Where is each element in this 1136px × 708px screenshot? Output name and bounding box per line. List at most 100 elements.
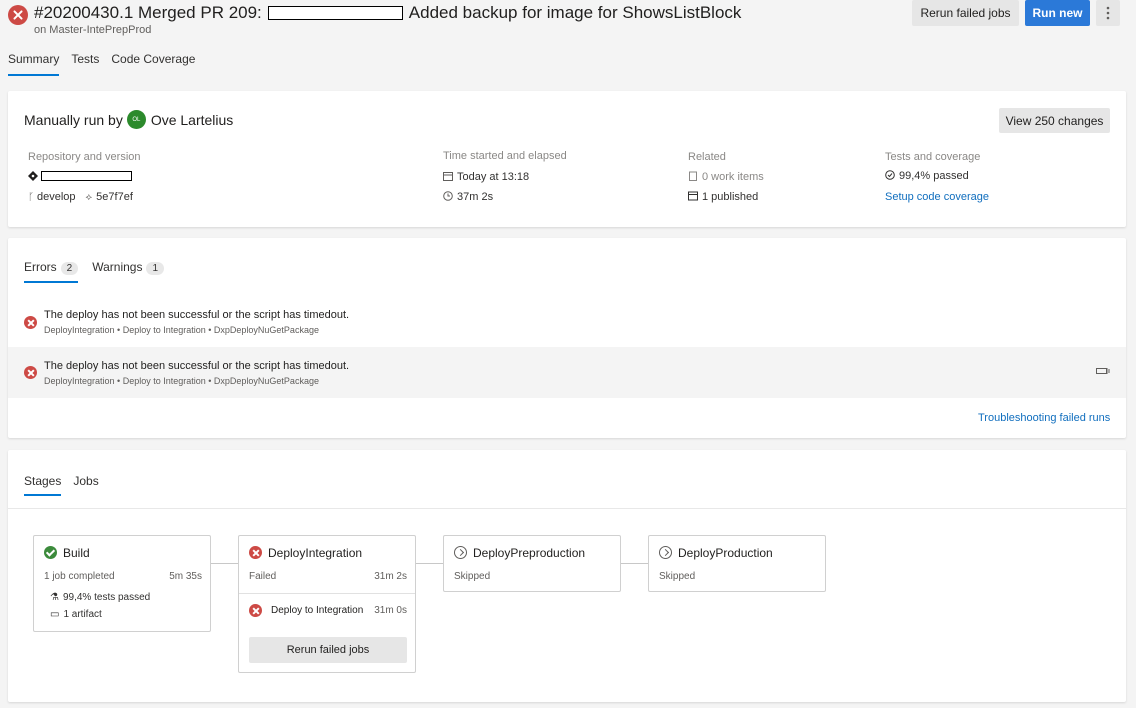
divider	[8, 508, 1126, 509]
redacted-block	[267, 6, 403, 20]
view-changes-button[interactable]: View 250 changes	[999, 108, 1110, 133]
branch-name[interactable]: develop	[37, 191, 76, 203]
stage-deploy-preproduction[interactable]: DeployPreproduction Skipped	[443, 535, 621, 592]
repo-version: ᚴ develop ⟡ 5e7f7ef	[28, 191, 133, 203]
calendar-icon	[443, 172, 453, 181]
error-icon	[24, 366, 37, 379]
stage-status: Skipped	[454, 571, 491, 582]
started-value: Today at 13:18	[457, 171, 530, 183]
success-icon	[44, 546, 57, 559]
skipped-icon	[659, 546, 672, 559]
tab-tests[interactable]: Tests	[71, 52, 99, 76]
page-header: #20200430.1 Merged PR 209: Added backup …	[0, 0, 1136, 86]
tab-summary[interactable]: Summary	[8, 52, 60, 76]
user-name[interactable]: Ove Lartelius	[151, 112, 233, 128]
summary-card: Manually run by OL Ove Lartelius View 25…	[8, 91, 1126, 227]
related-label: Related	[688, 151, 726, 163]
artifact-icon: ▭	[50, 609, 60, 620]
stage-name: Build	[63, 546, 90, 560]
job-name: Deploy to Integration	[271, 605, 364, 616]
tab-stages[interactable]: Stages	[24, 474, 62, 496]
tab-code-coverage[interactable]: Code Coverage	[111, 52, 195, 76]
tab-jobs[interactable]: Jobs	[73, 474, 98, 496]
pipeline-subtitle: on Master-IntePrepProd	[34, 24, 152, 36]
run-by-label: Manually run by	[24, 111, 123, 128]
branch-icon: ᚴ	[28, 191, 34, 203]
rerun-failed-jobs-button[interactable]: Rerun failed jobs	[249, 637, 407, 663]
more-vertical-icon[interactable]	[1096, 0, 1120, 26]
published-value: 1 published	[702, 191, 759, 203]
stage-tests[interactable]: ⚗ 99,4% tests passed	[50, 592, 150, 603]
error-row[interactable]: The deploy has not been successful or th…	[8, 347, 1126, 398]
clock-icon	[443, 191, 453, 201]
stage-name: DeployPreproduction	[473, 546, 586, 560]
error-path: DeployIntegration • Deploy to Integratio…	[44, 325, 319, 335]
elapsed-value: 37m 2s	[457, 191, 494, 203]
error-icon	[249, 546, 262, 559]
stages-tabs: Stages Jobs	[24, 474, 99, 496]
error-icon	[249, 604, 262, 617]
title-prefix: #20200430.1 Merged PR 209:	[34, 3, 262, 22]
tests-passed-value: 99,4% passed	[899, 170, 969, 182]
avatar: OL	[126, 110, 146, 129]
error-message: The deploy has not been successful or th…	[44, 360, 350, 372]
tab-warnings[interactable]: Warnings 1	[92, 260, 165, 283]
redacted-repo	[41, 171, 132, 181]
published-artifacts[interactable]: 1 published	[688, 191, 758, 203]
git-repo-icon	[28, 171, 38, 181]
error-icon	[24, 316, 37, 329]
time-elapsed: 37m 2s	[443, 191, 493, 203]
tab-errors[interactable]: Errors 2	[24, 260, 79, 283]
job-row[interactable]: Deploy to Integration 31m 0s	[239, 594, 415, 624]
errors-label: Errors	[24, 260, 57, 274]
stage-duration: 5m 35s	[169, 571, 202, 582]
stage-deploy-integration[interactable]: DeployIntegration Failed 31m 2s Deploy t…	[238, 535, 416, 673]
stage-build[interactable]: Build 1 job completed 5m 35s ⚗ 99,4% test…	[33, 535, 211, 632]
run-by: Manually run by OL Ove Lartelius	[24, 110, 233, 129]
page-tabs: Summary Tests Code Coverage	[8, 52, 195, 76]
run-new-button[interactable]: Run new	[1025, 0, 1090, 26]
title-suffix: Added backup for image for ShowsListBloc…	[408, 3, 742, 22]
failed-status-icon	[8, 5, 28, 25]
error-message: The deploy has not been successful or th…	[44, 309, 350, 321]
repo-label: Repository and version	[28, 151, 141, 163]
flask-icon: ⚗	[50, 592, 59, 603]
commit-id[interactable]: 5e7f7ef	[96, 191, 133, 203]
stage-connector	[211, 563, 238, 564]
stages-card: Stages Jobs Build 1 job completed 5m 35s…	[8, 450, 1126, 702]
stage-name: DeployIntegration	[268, 546, 363, 560]
check-circle-icon	[885, 170, 895, 180]
stage-name: DeployProduction	[678, 546, 773, 560]
rerun-failed-jobs-button[interactable]: Rerun failed jobs	[912, 0, 1019, 26]
stage-artifact[interactable]: ▭ 1 artifact	[50, 609, 102, 620]
error-path: DeployIntegration • Deploy to Integratio…	[44, 376, 319, 386]
repo-name[interactable]	[28, 171, 132, 181]
troubleshooting-link[interactable]: Troubleshooting failed runs	[978, 412, 1110, 424]
time-started: Today at 13:18	[443, 171, 529, 183]
warnings-count-badge: 1	[146, 262, 165, 275]
setup-code-coverage-link[interactable]: Setup code coverage	[885, 191, 989, 203]
stage-deploy-production[interactable]: DeployProduction Skipped	[648, 535, 826, 592]
skipped-icon	[454, 546, 467, 559]
work-items[interactable]: 0 work items	[688, 171, 764, 183]
stage-connector	[416, 563, 443, 564]
artifact-icon	[688, 191, 698, 201]
stage-status: 1 job completed	[44, 571, 115, 582]
stage-duration: 31m 2s	[374, 571, 407, 582]
time-label: Time started and elapsed	[443, 150, 567, 162]
stage-status: Skipped	[659, 571, 696, 582]
tests-coverage-label: Tests and coverage	[885, 151, 981, 163]
work-items-value: 0 work items	[702, 171, 764, 183]
commit-icon: ⟡	[85, 191, 93, 203]
issues-card: Errors 2 Warnings 1 The deploy has not bee…	[8, 238, 1126, 438]
errors-count-badge: 2	[60, 262, 79, 275]
warnings-label: Warnings	[92, 260, 143, 274]
clipboard-icon	[689, 171, 697, 181]
page-title: #20200430.1 Merged PR 209: Added backup …	[34, 3, 741, 23]
stage-connector	[621, 563, 648, 564]
job-duration: 31m 0s	[374, 605, 407, 616]
issues-tabs: Errors 2 Warnings 1	[24, 260, 165, 283]
view-log-icon[interactable]	[1096, 367, 1110, 375]
tests-passed[interactable]: 99,4% passed	[885, 170, 969, 182]
error-row[interactable]: The deploy has not been successful or th…	[8, 296, 1126, 347]
